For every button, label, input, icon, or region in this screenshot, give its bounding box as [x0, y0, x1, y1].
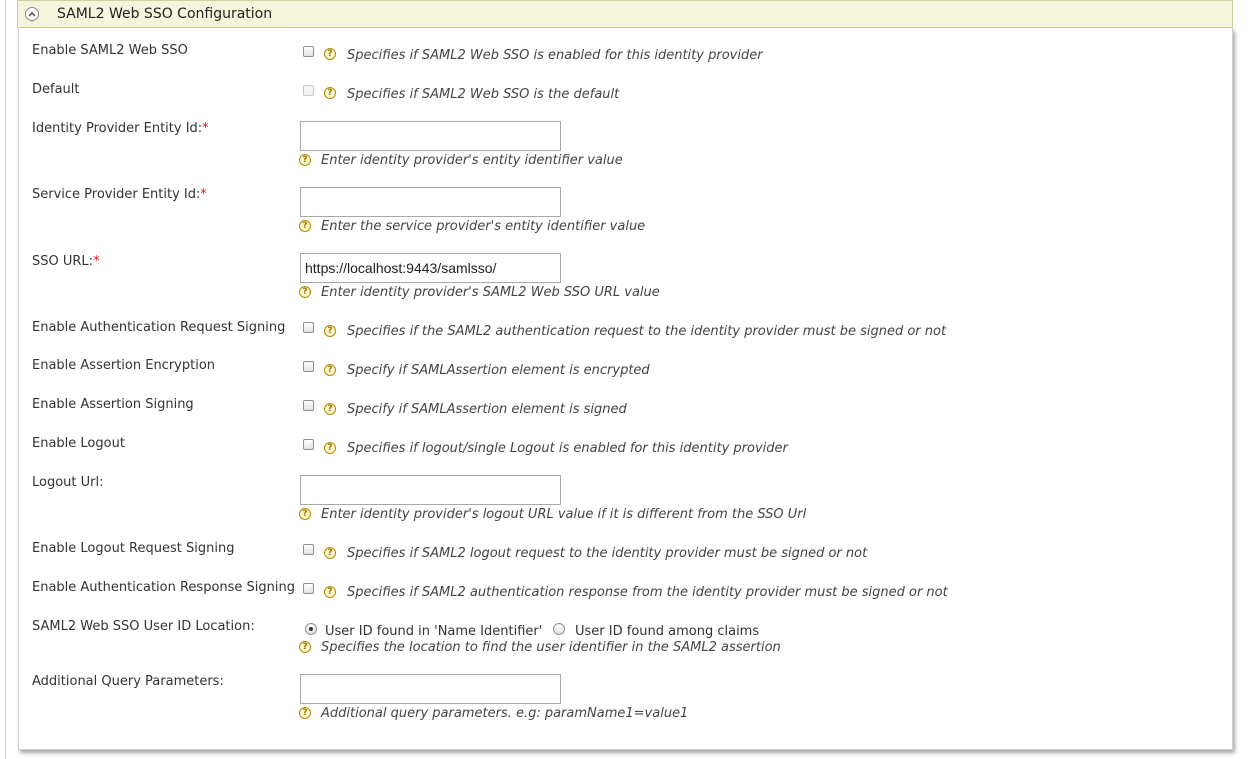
logout-url-label: Logout Url: [32, 475, 104, 490]
enable-sso-hint: Specifies if SAML2 Web SSO is enabled fo… [347, 48, 763, 63]
default-label: Default [32, 82, 80, 97]
radio-among-claims[interactable] [553, 623, 565, 635]
authn-response-signing-label: Enable Authentication Response Signing [32, 580, 296, 595]
idp-entity-id-label: Identity Provider Entity Id:* [32, 121, 209, 136]
help-icon: ? [299, 154, 311, 166]
help-icon: ? [299, 641, 311, 653]
help-icon: ? [324, 364, 336, 376]
query-params-label: Additional Query Parameters: [32, 674, 224, 689]
authn-request-signing-label: Enable Authentication Request Signing [32, 320, 286, 335]
query-params-hint: Additional query parameters. e.g: paramN… [321, 706, 689, 721]
authn-response-signing-checkbox[interactable] [303, 583, 314, 594]
help-icon: ? [324, 48, 336, 60]
help-icon: ? [299, 508, 311, 520]
radio-name-identifier-label: User ID found in 'Name Identifier' [325, 624, 543, 639]
logout-checkbox[interactable] [303, 439, 314, 450]
logout-label: Enable Logout [32, 436, 125, 451]
assertion-signing-hint: Specify if SAMLAssertion element is sign… [347, 402, 627, 417]
help-icon: ? [324, 547, 336, 559]
panel-title: SAML2 Web SSO Configuration [57, 6, 273, 22]
assertion-encryption-hint: Specify if SAMLAssertion element is encr… [347, 363, 650, 378]
sso-url-input[interactable] [300, 253, 561, 283]
page-left-border [5, 0, 6, 759]
sso-url-label: SSO URL:* [32, 254, 100, 269]
authn-request-signing-hint: Specifies if the SAML2 authentication re… [347, 324, 947, 339]
assertion-signing-label: Enable Assertion Signing [32, 397, 194, 412]
help-icon: ? [324, 87, 336, 99]
authn-response-signing-hint: Specifies if SAML2 authentication respon… [347, 585, 948, 600]
sso-url-hint: Enter identity provider's SAML2 Web SSO … [321, 285, 660, 300]
logout-hint: Specifies if logout/single Logout is ena… [347, 441, 788, 456]
query-params-input[interactable] [300, 674, 561, 704]
authn-request-signing-checkbox[interactable] [303, 322, 314, 333]
help-icon: ? [299, 286, 311, 298]
default-checkbox[interactable] [303, 85, 314, 96]
required-marker: * [202, 121, 209, 136]
enable-sso-label: Enable SAML2 Web SSO [32, 43, 188, 58]
logout-request-signing-checkbox[interactable] [303, 544, 314, 555]
default-hint: Specifies if SAML2 Web SSO is the defaul… [347, 87, 620, 102]
chevron-up-icon[interactable] [25, 7, 39, 21]
radio-among-claims-label: User ID found among claims [575, 624, 760, 639]
logout-url-hint: Enter identity provider's logout URL val… [321, 507, 807, 522]
sp-entity-id-hint: Enter the service provider's entity iden… [321, 219, 646, 234]
help-icon: ? [324, 403, 336, 415]
logout-request-signing-hint: Specifies if SAML2 logout request to the… [347, 546, 868, 561]
help-icon: ? [299, 220, 311, 232]
idp-entity-id-input[interactable] [300, 121, 561, 151]
enable-sso-checkbox[interactable] [303, 46, 314, 57]
sp-entity-id-label: Service Provider Entity Id:* [32, 187, 207, 202]
logout-request-signing-label: Enable Logout Request Signing [32, 541, 235, 556]
sp-entity-id-input[interactable] [300, 187, 561, 217]
help-icon: ? [299, 707, 311, 719]
user-id-location-hint: Specifies the location to find the user … [321, 640, 781, 655]
help-icon: ? [324, 442, 336, 454]
logout-url-input[interactable] [300, 475, 561, 505]
idp-entity-id-hint: Enter identity provider's entity identif… [321, 153, 623, 168]
required-marker: * [200, 187, 207, 202]
assertion-encryption-label: Enable Assertion Encryption [32, 358, 216, 373]
assertion-signing-checkbox[interactable] [303, 400, 314, 411]
radio-name-identifier[interactable] [305, 623, 317, 635]
help-icon: ? [324, 586, 336, 598]
required-marker: * [93, 254, 100, 269]
assertion-encryption-checkbox[interactable] [303, 361, 314, 372]
panel-header[interactable]: SAML2 Web SSO Configuration [17, 0, 1233, 28]
help-icon: ? [324, 325, 336, 337]
user-id-location-label: SAML2 Web SSO User ID Location: [32, 619, 255, 634]
